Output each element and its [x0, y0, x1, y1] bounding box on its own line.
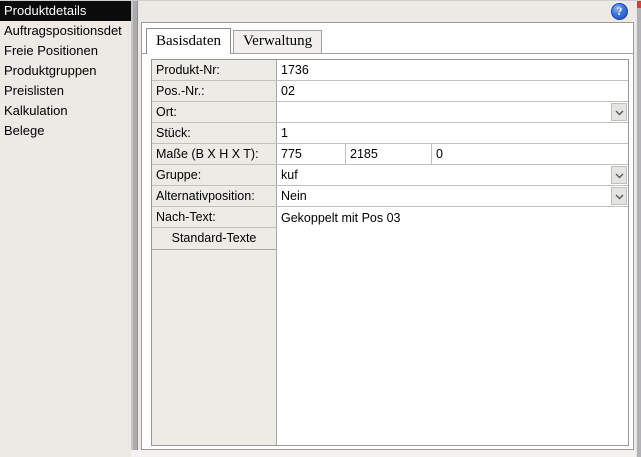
- field-label-alternativposition: Alternativposition:: [152, 186, 277, 206]
- form-row-alternativposition: Alternativposition: Nein: [152, 186, 628, 207]
- field-input-alternativposition[interactable]: Nein: [277, 186, 628, 206]
- tab-strip: Basisdaten Verwaltung: [142, 28, 633, 54]
- label-column-filler: [152, 250, 276, 445]
- sidebar: Produktdetails Auftragspositionsdet Freie …: [0, 0, 131, 457]
- sidebar-splitter[interactable]: [131, 0, 138, 450]
- form-row-produkt-nr: Produkt-Nr: 1736: [152, 60, 628, 81]
- field-label-produkt-nr: Produkt-Nr:: [152, 60, 277, 80]
- sidebar-item-belege[interactable]: Belege: [0, 121, 131, 141]
- chevron-down-icon: [615, 186, 624, 206]
- field-input-ma-e-b-x-h-x-t-1[interactable]: 775: [277, 144, 346, 164]
- window-right-edge: [636, 8, 641, 457]
- sidebar-item-freie-positionen[interactable]: Freie Positionen: [0, 41, 131, 61]
- help-icon[interactable]: ?: [611, 3, 628, 20]
- field-input-pos-nr[interactable]: 02: [277, 81, 628, 101]
- form-row-pos-nr: Pos.-Nr.: 02: [152, 81, 628, 102]
- dropdown-button-gruppe[interactable]: [611, 166, 627, 184]
- field-input-ma-e-b-x-h-x-t-2[interactable]: 2185: [346, 144, 432, 164]
- form-row-ort: Ort:: [152, 102, 628, 123]
- sidebar-item-preislisten[interactable]: Preislisten: [0, 81, 131, 101]
- window-top-edge: [0, 0, 641, 1]
- form-row-st-ck: Stück: 1: [152, 123, 628, 144]
- form-table: Produkt-Nr: 1736 Pos.-Nr.: 02 Ort: Stück: 1 Maß…: [151, 59, 629, 446]
- dropdown-button-alternativposition[interactable]: [611, 187, 627, 205]
- field-input-ort[interactable]: [277, 102, 628, 122]
- tab-basisdaten[interactable]: Basisdaten: [146, 28, 231, 54]
- close-button-sliver: [637, 0, 641, 8]
- tab-verwaltung[interactable]: Verwaltung: [233, 30, 323, 53]
- field-input-ma-e-b-x-h-x-t-3[interactable]: 0: [432, 144, 628, 164]
- sidebar-item-produktdetails[interactable]: Produktdetails: [0, 1, 131, 21]
- field-input-produkt-nr[interactable]: 1736: [277, 60, 628, 80]
- form-row-gruppe: Gruppe: kuf: [152, 165, 628, 186]
- sidebar-item-produktgruppen[interactable]: Produktgruppen: [0, 61, 131, 81]
- chevron-down-icon: [615, 102, 624, 122]
- field-label-ort: Ort:: [152, 102, 277, 122]
- detail-panel: Basisdaten Verwaltung Produkt-Nr: 1736 Pos.…: [141, 22, 634, 450]
- form-row-ma-e-b-x-h-x-t: Maße (B X H X T): 775 2185 0: [152, 144, 628, 165]
- sidebar-item-kalkulation[interactable]: Kalkulation: [0, 101, 131, 121]
- nach-text-label-column: Nach-Text: Standard-Texte: [152, 207, 277, 445]
- chevron-down-icon: [615, 165, 624, 185]
- field-label-ma-e-b-x-h-x-t: Maße (B X H X T):: [152, 144, 277, 164]
- field-label-st-ck: Stück:: [152, 123, 277, 143]
- field-label-nach-text: Nach-Text:: [152, 207, 276, 228]
- field-input-gruppe[interactable]: kuf: [277, 165, 628, 185]
- field-label-gruppe: Gruppe:: [152, 165, 277, 185]
- sidebar-item-auftragspositionsdet[interactable]: Auftragspositionsdet: [0, 21, 131, 41]
- dropdown-button-ort[interactable]: [611, 103, 627, 121]
- field-input-st-ck[interactable]: 1: [277, 123, 628, 143]
- standard-texte-button[interactable]: Standard-Texte: [152, 228, 276, 250]
- sidebar-list: Produktdetails Auftragspositionsdet Freie …: [0, 1, 131, 141]
- panel-bottom-strip: [131, 450, 636, 457]
- field-label-pos-nr: Pos.-Nr.:: [152, 81, 277, 101]
- nach-text-section: Nach-Text: Standard-Texte Gekoppelt mit Po…: [152, 207, 628, 445]
- field-input-nach-text[interactable]: Gekoppelt mit Pos 03: [277, 207, 628, 445]
